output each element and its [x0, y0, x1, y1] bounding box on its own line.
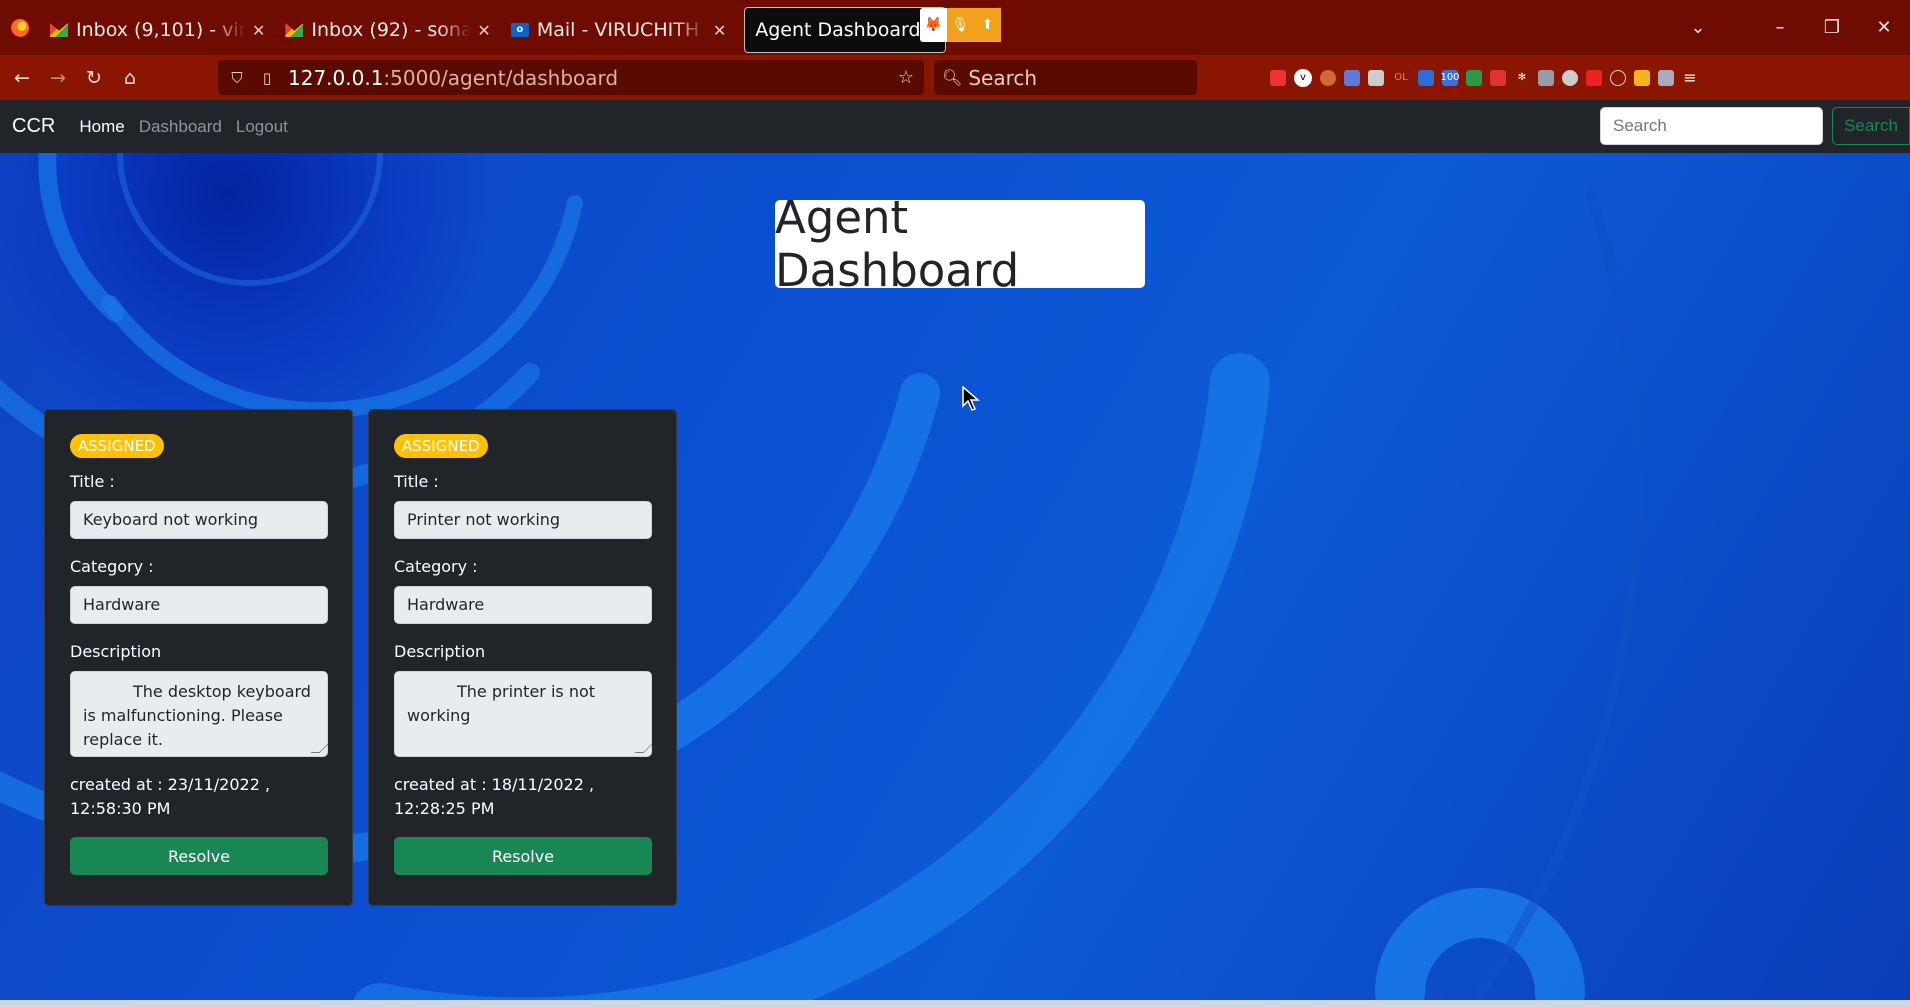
- microphone-icon[interactable]: 🎙: [947, 8, 974, 42]
- title-field[interactable]: Printer not working: [394, 501, 652, 539]
- extension-screen-icon[interactable]: [1538, 69, 1554, 86]
- tab-title: Mail - VIRUCHITH G: [536, 19, 707, 41]
- nav-link-home[interactable]: Home: [79, 117, 124, 137]
- extension-puzzle-icon[interactable]: [1344, 69, 1360, 86]
- browser-toolbar: ← → ↻ ⌂ ⛉ ▯ 127.0.0.1:5000/agent/dashboa…: [0, 55, 1910, 100]
- extension-box-icon[interactable]: [1368, 69, 1384, 86]
- horizontal-scrollbar[interactable]: [0, 1000, 1910, 1007]
- search-icon: 🔍︎: [942, 68, 963, 87]
- status-badge: ASSIGNED: [70, 434, 164, 458]
- tab-sharing-indicators: 🦊 🎙 ⬆: [920, 8, 1001, 42]
- title-label: Title :: [70, 472, 115, 491]
- created-at-text: created at : 18/11/2022 , 12:28:25 PM: [394, 775, 595, 818]
- page-title: Agent Dashboard: [775, 191, 1145, 297]
- description-label: Description: [70, 642, 162, 661]
- extensions-toolbar: v OL 100 ✻ ≡: [1270, 55, 1706, 100]
- close-icon[interactable]: ✕: [713, 21, 726, 40]
- browser-tab-bar: Inbox (9,101) - viruchith ✕ Inbox (92) -…: [0, 0, 1910, 55]
- browser-tab-active[interactable]: Agent Dashboard: [744, 7, 947, 53]
- resolve-button[interactable]: Resolve: [394, 837, 652, 875]
- extension-circle-icon[interactable]: [1610, 69, 1626, 86]
- resolve-button[interactable]: Resolve: [70, 837, 328, 875]
- tab-title: Agent Dashboard: [755, 19, 921, 41]
- extension-bulb-icon[interactable]: [1562, 69, 1578, 86]
- created-at-text: created at : 23/11/2022 , 12:58:30 PM: [70, 775, 271, 818]
- tab-title: Inbox (9,101) - viruchith: [76, 19, 246, 41]
- title-label: Title :: [394, 472, 439, 491]
- ticket-card: ASSIGNED Title : Keyboard not working Ca…: [44, 409, 353, 906]
- address-bar[interactable]: ⛉ ▯ 127.0.0.1:5000/agent/dashboard ☆: [218, 60, 924, 95]
- extension-react-icon[interactable]: ✻: [1514, 70, 1530, 86]
- site-search-input[interactable]: Search: [1600, 107, 1823, 145]
- extension-card-icon[interactable]: [1658, 69, 1674, 86]
- site-search-button[interactable]: Search: [1832, 107, 1910, 145]
- category-label: Category :: [394, 557, 478, 576]
- extension-sheets-icon[interactable]: [1466, 69, 1482, 86]
- extension-ol-icon[interactable]: OL: [1392, 70, 1410, 86]
- description-textarea[interactable]: The desktop keyboard is malfunctioning. …: [70, 671, 328, 757]
- mouse-cursor-icon: [962, 386, 981, 411]
- category-label: Category :: [70, 557, 154, 576]
- extension-pdf-icon[interactable]: [1490, 69, 1506, 86]
- window-controls: ⌄ – ❐ ✕: [1672, 0, 1910, 55]
- url-path: :5000/agent/dashboard: [383, 65, 619, 90]
- brand-link[interactable]: CCR: [12, 115, 55, 138]
- browser-tab[interactable]: o Mail - VIRUCHITH G ✕: [501, 8, 736, 53]
- menu-icon[interactable]: ≡: [1682, 68, 1698, 87]
- extension-drive-icon[interactable]: [1634, 69, 1650, 86]
- browser-tab[interactable]: Inbox (92) - sonacse ✕: [275, 8, 500, 53]
- status-badge: ASSIGNED: [394, 434, 488, 458]
- close-icon[interactable]: ✕: [477, 21, 490, 40]
- nav-link-logout[interactable]: Logout: [236, 117, 288, 137]
- title-field[interactable]: Keyboard not working: [70, 501, 328, 539]
- page-info-icon[interactable]: ▯: [256, 69, 278, 87]
- url-host: 127.0.0.1: [288, 65, 384, 90]
- restore-icon[interactable]: ❐: [1806, 17, 1858, 38]
- tab-title: Inbox (92) - sonacse: [311, 19, 472, 41]
- bookmark-star-icon[interactable]: ☆: [898, 67, 914, 88]
- browser-search-placeholder: Search: [968, 65, 1038, 90]
- list-all-tabs-icon[interactable]: ⌄: [1672, 17, 1724, 38]
- tracking-protection-icon[interactable]: ⛉: [226, 69, 248, 87]
- firefox-menu-button[interactable]: [0, 0, 40, 55]
- ticket-card: ASSIGNED Title : Printer not working Cat…: [368, 409, 677, 906]
- browser-tab[interactable]: Inbox (9,101) - viruchith ✕: [40, 8, 275, 53]
- back-icon[interactable]: ←: [4, 67, 40, 89]
- close-window-icon[interactable]: ✕: [1858, 17, 1910, 38]
- outlook-icon: o: [510, 23, 529, 37]
- minimize-icon[interactable]: –: [1754, 17, 1806, 38]
- site-navbar: CCR Home Dashboard Logout Search Search: [0, 100, 1910, 153]
- extension-counter-icon[interactable]: 100: [1440, 69, 1460, 86]
- category-field[interactable]: Hardware: [70, 586, 328, 624]
- nav-link-dashboard[interactable]: Dashboard: [139, 117, 222, 137]
- description-label: Description: [394, 642, 486, 661]
- vivaldi-icon[interactable]: v: [1294, 68, 1312, 87]
- category-field[interactable]: Hardware: [394, 586, 652, 624]
- home-icon[interactable]: ⌂: [112, 67, 148, 89]
- screen-share-icon[interactable]: ⬆: [974, 8, 1001, 42]
- close-icon[interactable]: ✕: [252, 21, 265, 40]
- extension-save-icon[interactable]: [1418, 69, 1434, 86]
- gmail-icon: [285, 23, 304, 37]
- extension-cookie-icon[interactable]: [1320, 69, 1336, 86]
- browser-search-input[interactable]: 🔍︎ Search: [934, 60, 1197, 95]
- pocket-icon[interactable]: [1270, 69, 1286, 86]
- gmail-icon: [50, 23, 68, 37]
- firefox-icon: 🦊: [920, 8, 947, 42]
- reload-icon[interactable]: ↻: [76, 67, 112, 89]
- description-textarea[interactable]: The printer is not working: [394, 671, 652, 757]
- forward-icon[interactable]: →: [40, 67, 76, 89]
- firefox-icon: [11, 18, 29, 37]
- extension-pen-icon[interactable]: [1586, 69, 1602, 86]
